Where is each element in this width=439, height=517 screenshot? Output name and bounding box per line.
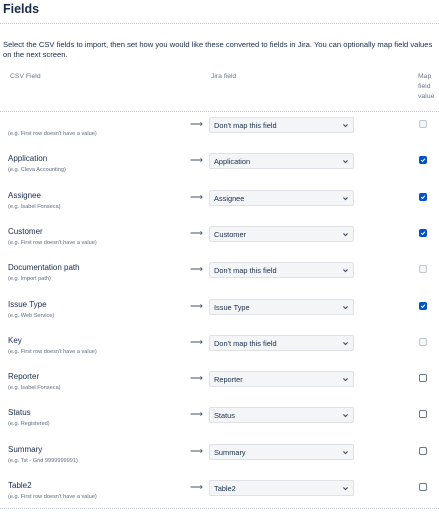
csv-field-example: (e.g. Import path) (8, 276, 51, 283)
checkmark-icon (420, 231, 426, 236)
map-field-value-checkbox (419, 265, 427, 274)
field-mapping-row: Key (e.g. First row doesn't have a value)… (0, 331, 439, 368)
chevron-down-icon (343, 269, 348, 273)
arrow-right-icon: ⟶ (190, 445, 203, 456)
csv-field-example: (e.g. First row doesn't have a value) (8, 494, 97, 500)
arrow-right-icon: ⟶ (190, 191, 203, 202)
csv-field-name: Application (8, 154, 48, 164)
map-field-value-checkbox[interactable] (419, 374, 427, 383)
csv-field-name: Customer (8, 226, 43, 236)
arrow-right-icon: ⟶ (190, 119, 203, 129)
jira-field-select[interactable]: Status (209, 407, 354, 424)
chevron-down-icon (343, 305, 348, 309)
page-title: Fields (3, 2, 40, 16)
field-mapping-row: Reporter (e.g. Isabel Fonseca) ⟶ Reporter (0, 367, 439, 404)
map-field-value-checkbox[interactable] (419, 483, 427, 491)
arrow-right-icon: ⟶ (190, 155, 203, 166)
field-mapping-row: Documentation path (e.g. Import path) ⟶ Don… (0, 258, 439, 295)
jira-field-select-value: Reporter (214, 375, 243, 385)
jira-field-select-value: Summary (214, 447, 246, 457)
csv-field-example: (e.g. Cleva Accounting) (8, 167, 66, 174)
jira-field-select[interactable]: Application (209, 153, 354, 170)
csv-field-example: (e.g. First row doesn't have a value) (8, 348, 97, 355)
csv-field-example: (e.g. Isabel Fonseca) (8, 385, 61, 392)
arrow-right-icon: ⟶ (190, 482, 203, 492)
field-mapping-row: (e.g. First row doesn't have a value) ⟶ Do… (0, 113, 439, 150)
arrow-right-icon: ⟶ (190, 373, 203, 384)
jira-field-select[interactable]: Reporter (209, 371, 354, 388)
arrow-right-icon: ⟶ (190, 300, 203, 311)
column-header-csv-field: CSV Field (10, 73, 41, 80)
checkmark-icon (420, 158, 426, 163)
jira-field-select-value: Table2 (214, 484, 236, 493)
jira-field-select[interactable]: Table2 (209, 480, 354, 496)
field-mapping-row: Application (e.g. Cleva Accounting) ⟶ Appli… (0, 149, 439, 186)
csv-field-name: Reporter (8, 372, 40, 382)
csv-field-example: (e.g. First row doesn't have a value) (8, 239, 97, 246)
csv-field-name: Summary (8, 444, 43, 454)
map-field-value-checkbox[interactable] (419, 228, 427, 237)
chevron-down-icon (343, 196, 348, 200)
jira-field-select-value: Assignee (214, 193, 245, 203)
field-mapping-row: Issue Type (e.g. Web Service) ⟶ Issue Type (0, 295, 439, 332)
jira-field-select[interactable]: Customer (209, 225, 354, 242)
map-field-value-checkbox[interactable] (419, 192, 427, 201)
jira-field-select-value: Customer (214, 229, 247, 239)
csv-field-name: Issue Type (8, 299, 47, 309)
jira-field-select[interactable]: Assignee (209, 189, 354, 206)
csv-field-example: (e.g. Tst - Grid 9999999991) (8, 457, 78, 464)
divider (0, 111, 439, 112)
checkmark-icon (420, 303, 426, 308)
csv-field-name: Status (8, 408, 31, 418)
csv-field-example: (e.g. Isabel Fonseca) (8, 203, 61, 210)
field-mapping-row: Assignee (e.g. Isabel Fonseca) ⟶ Assignee (0, 186, 439, 223)
chevron-down-icon (343, 487, 348, 491)
jira-field-select-value: Don't map this field (214, 338, 277, 348)
map-field-value-checkbox[interactable] (419, 156, 427, 165)
field-mapping-row: Customer (e.g. First row doesn't have a v… (0, 222, 439, 259)
map-field-value-checkbox (419, 337, 427, 346)
field-mapping-row: Summary (e.g. Tst - Grid 9999999991) ⟶ Summ… (0, 440, 439, 477)
chevron-down-icon (343, 450, 348, 455)
divider (0, 23, 439, 24)
jira-field-select-value: Don't map this field (214, 266, 277, 276)
column-header-jira-field: Jira field (211, 73, 237, 80)
jira-field-select[interactable]: Don't map this field (209, 117, 354, 133)
jira-field-select[interactable]: Don't map this field (209, 262, 354, 279)
map-field-value-checkbox[interactable] (419, 410, 427, 419)
chevron-down-icon (343, 124, 348, 128)
fields-page: Fields Select the CSV fields to import, … (0, 0, 439, 517)
jira-field-select[interactable]: Issue Type (209, 298, 354, 315)
map-field-value-checkbox[interactable] (419, 446, 427, 455)
checkmark-icon (420, 194, 426, 199)
intro-text: Select the CSV fields to import, then se… (3, 40, 433, 59)
field-mapping-row: Status (e.g. Registered) ⟶ Status (0, 403, 439, 440)
jira-field-select[interactable]: Summary (209, 443, 354, 460)
chevron-down-icon (343, 232, 348, 237)
csv-field-name: Documentation path (8, 263, 80, 273)
divider (0, 508, 439, 509)
csv-field-name: Assignee (8, 190, 41, 200)
jira-field-select-value: Don't map this field (214, 121, 277, 130)
csv-field-example: (e.g. Web Service) (8, 312, 55, 319)
arrow-right-icon: ⟶ (190, 336, 203, 347)
map-field-value-checkbox (419, 120, 427, 128)
jira-field-select[interactable]: Don't map this field (209, 334, 354, 351)
jira-field-select-value: Application (214, 157, 251, 167)
arrow-right-icon: ⟶ (190, 227, 203, 238)
arrow-right-icon: ⟶ (190, 264, 203, 275)
chevron-down-icon (343, 160, 348, 164)
jira-field-select-value: Status (214, 411, 235, 421)
jira-field-select-value: Issue Type (214, 302, 250, 312)
map-field-value-checkbox[interactable] (419, 301, 427, 310)
csv-field-name: Key (8, 335, 22, 345)
csv-field-name: Table2 (8, 481, 32, 490)
arrow-right-icon: ⟶ (190, 409, 203, 420)
chevron-down-icon (343, 378, 348, 382)
column-header-map-field-value: Map field value (418, 73, 435, 100)
csv-field-example: (e.g. Registered) (8, 421, 50, 428)
csv-field-example: (e.g. First row doesn't have a value) (8, 131, 97, 137)
chevron-down-icon (343, 341, 348, 346)
chevron-down-icon (343, 414, 348, 418)
